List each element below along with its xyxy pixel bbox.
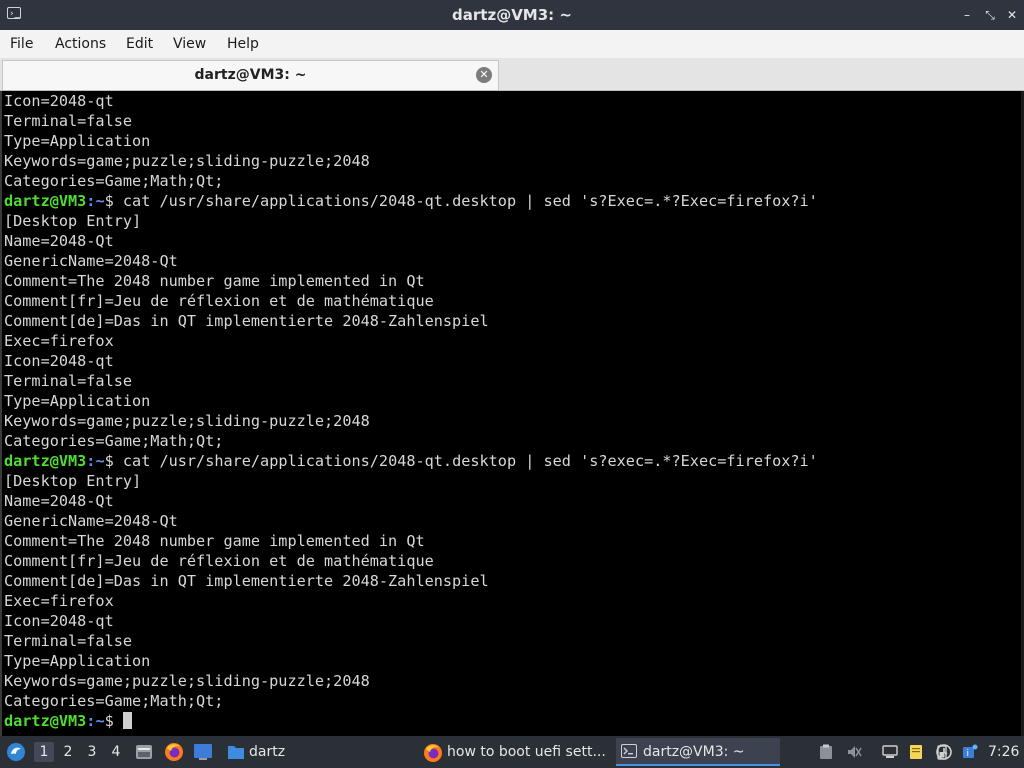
terminal-output-line: GenericName=2048-Qt (4, 252, 178, 270)
terminal-lines: Icon=2048-qt Terminal=false Type=Applicati… (4, 91, 818, 731)
terminal-output-line: Terminal=false (4, 112, 133, 130)
terminal-output-line: Comment[de]=Das in QT implementierte 204… (4, 312, 489, 330)
task-firefox[interactable]: how to boot uefi sett... (420, 738, 610, 766)
terminal-output-line: Categories=Game;Math;Qt; (4, 172, 224, 190)
task-folder-dartz[interactable]: dartz (224, 738, 294, 766)
terminal-output-line: Name=2048-Qt (4, 232, 114, 250)
prompt-path: ~ (95, 192, 105, 210)
terminal-output-line: Comment[fr]=Jeu de réflexion et de mathé… (4, 292, 434, 310)
prompt-path: ~ (95, 712, 105, 730)
terminal-output-line: Categories=Game;Math;Qt; (4, 432, 224, 450)
show-desktop-icon[interactable] (193, 743, 213, 761)
volume-muted-icon[interactable] (846, 744, 862, 760)
task-terminal[interactable]: dartz@VM3: ~ (616, 738, 780, 766)
terminal-output-line: Type=Application (4, 652, 151, 670)
prompt-user: dartz@VM3 (4, 192, 87, 210)
terminal-output-line: Keywords=game;puzzle;sliding-puzzle;2048 (4, 412, 370, 430)
menu-view[interactable]: View (173, 30, 206, 58)
terminal-output-line: Comment[de]=Das in QT implementierte 204… (4, 572, 489, 590)
terminal-output-line: Comment[fr]=Jeu de réflexion et de mathé… (4, 552, 434, 570)
terminal-output-line: GenericName=2048-Qt (4, 512, 178, 530)
workspace-2[interactable]: 2 (58, 742, 78, 762)
clipboard-icon[interactable] (818, 744, 834, 760)
firefox-icon (424, 744, 442, 762)
prompt-user: dartz@VM3 (4, 452, 87, 470)
menu-actions[interactable]: Actions (55, 30, 106, 58)
clock[interactable]: 7:26 (988, 736, 1019, 768)
tab-bar: dartz@VM3: ~ ✕ (0, 58, 1024, 91)
terminal-output[interactable]: Icon=2048-qt Terminal=false Type=Applicati… (0, 91, 1024, 736)
menu-bar: File Actions Edit View Help (0, 30, 1024, 58)
tab-close-icon[interactable]: ✕ (476, 67, 492, 83)
workspace-3[interactable]: 3 (82, 742, 102, 762)
close-icon[interactable]: ✕ (1003, 6, 1021, 24)
terminal-output-line: Comment=The 2048 number game implemented… (4, 532, 425, 550)
terminal-output-line: Comment=The 2048 number game implemented… (4, 272, 425, 290)
terminal-output-line: Type=Application (4, 132, 151, 150)
prompt-symbol: $ (104, 452, 123, 470)
terminal-output-line: Terminal=false (4, 632, 133, 650)
workspace-4[interactable]: 4 (106, 742, 126, 762)
terminal-output-line: Categories=Game;Math;Qt; (4, 692, 224, 710)
task-terminal-label: dartz@VM3: ~ (643, 744, 745, 760)
terminal-output-line: Icon=2048-qt (4, 92, 114, 110)
start-menu-icon[interactable] (6, 742, 26, 762)
terminal-output-line: [Desktop Entry] (4, 472, 142, 490)
terminal-output-line: Name=2048-Qt (4, 492, 114, 510)
task-folder-label: dartz (249, 744, 286, 760)
window-title: dartz@VM3: ~ (452, 6, 572, 24)
tab-terminal[interactable]: dartz@VM3: ~ ✕ (2, 60, 499, 90)
svg-text:i: i (967, 749, 970, 759)
menu-edit[interactable]: Edit (126, 30, 153, 58)
terminal-output-line: Icon=2048-qt (4, 612, 114, 630)
terminal-output-line: [Desktop Entry] (4, 212, 142, 230)
folder-icon (228, 746, 244, 759)
update-icon[interactable] (936, 744, 952, 760)
terminal-output-line: Icon=2048-qt (4, 352, 114, 370)
network-icon[interactable] (882, 744, 898, 760)
file-manager-icon[interactable] (135, 743, 153, 761)
terminal-output-line: Exec=firefox (4, 592, 114, 610)
prompt-symbol: $ (104, 192, 123, 210)
taskbar: 1234 dartz how to boot uefi sett... dart… (0, 736, 1024, 768)
terminal-prompt-line: dartz@VM3:~$ cat /usr/share/applications… (4, 452, 818, 470)
command-text: cat /usr/share/applications/2048-qt.desk… (122, 452, 818, 470)
terminal-output-line: Type=Application (4, 392, 151, 410)
terminal-output-line: Keywords=game;puzzle;sliding-puzzle;2048 (4, 672, 370, 690)
command-text: cat /usr/share/applications/2048-qt.desk… (122, 192, 818, 210)
terminal-output-line: Keywords=game;puzzle;sliding-puzzle;2048 (4, 152, 370, 170)
menu-file[interactable]: File (10, 30, 33, 58)
terminal-output-line: Terminal=false (4, 372, 133, 390)
terminal-prompt-line: dartz@VM3:~$ cat /usr/share/applications… (4, 192, 818, 210)
terminal-prompt-line: dartz@VM3:~$ (4, 711, 818, 731)
terminal-output-line: Exec=firefox (4, 332, 114, 350)
notes-icon[interactable] (908, 744, 924, 760)
prompt-user: dartz@VM3 (4, 712, 87, 730)
minimize-icon[interactable]: – (958, 6, 976, 24)
maximize-icon[interactable]: ⤡ (981, 6, 999, 24)
terminal-icon (621, 744, 637, 758)
firefox-icon[interactable] (164, 742, 184, 762)
prompt-path: ~ (95, 452, 105, 470)
text-cursor (122, 712, 132, 729)
task-firefox-label: how to boot uefi sett... (447, 744, 606, 760)
menu-help[interactable]: Help (227, 30, 259, 58)
info-icon[interactable]: i (962, 744, 978, 760)
tab-label: dartz@VM3: ~ (194, 67, 307, 83)
prompt-symbol: $ (104, 712, 123, 730)
workspace-1[interactable]: 1 (34, 742, 54, 762)
window-titlebar[interactable]: ›_ dartz@VM3: ~ – ⤡ ✕ (0, 0, 1024, 30)
